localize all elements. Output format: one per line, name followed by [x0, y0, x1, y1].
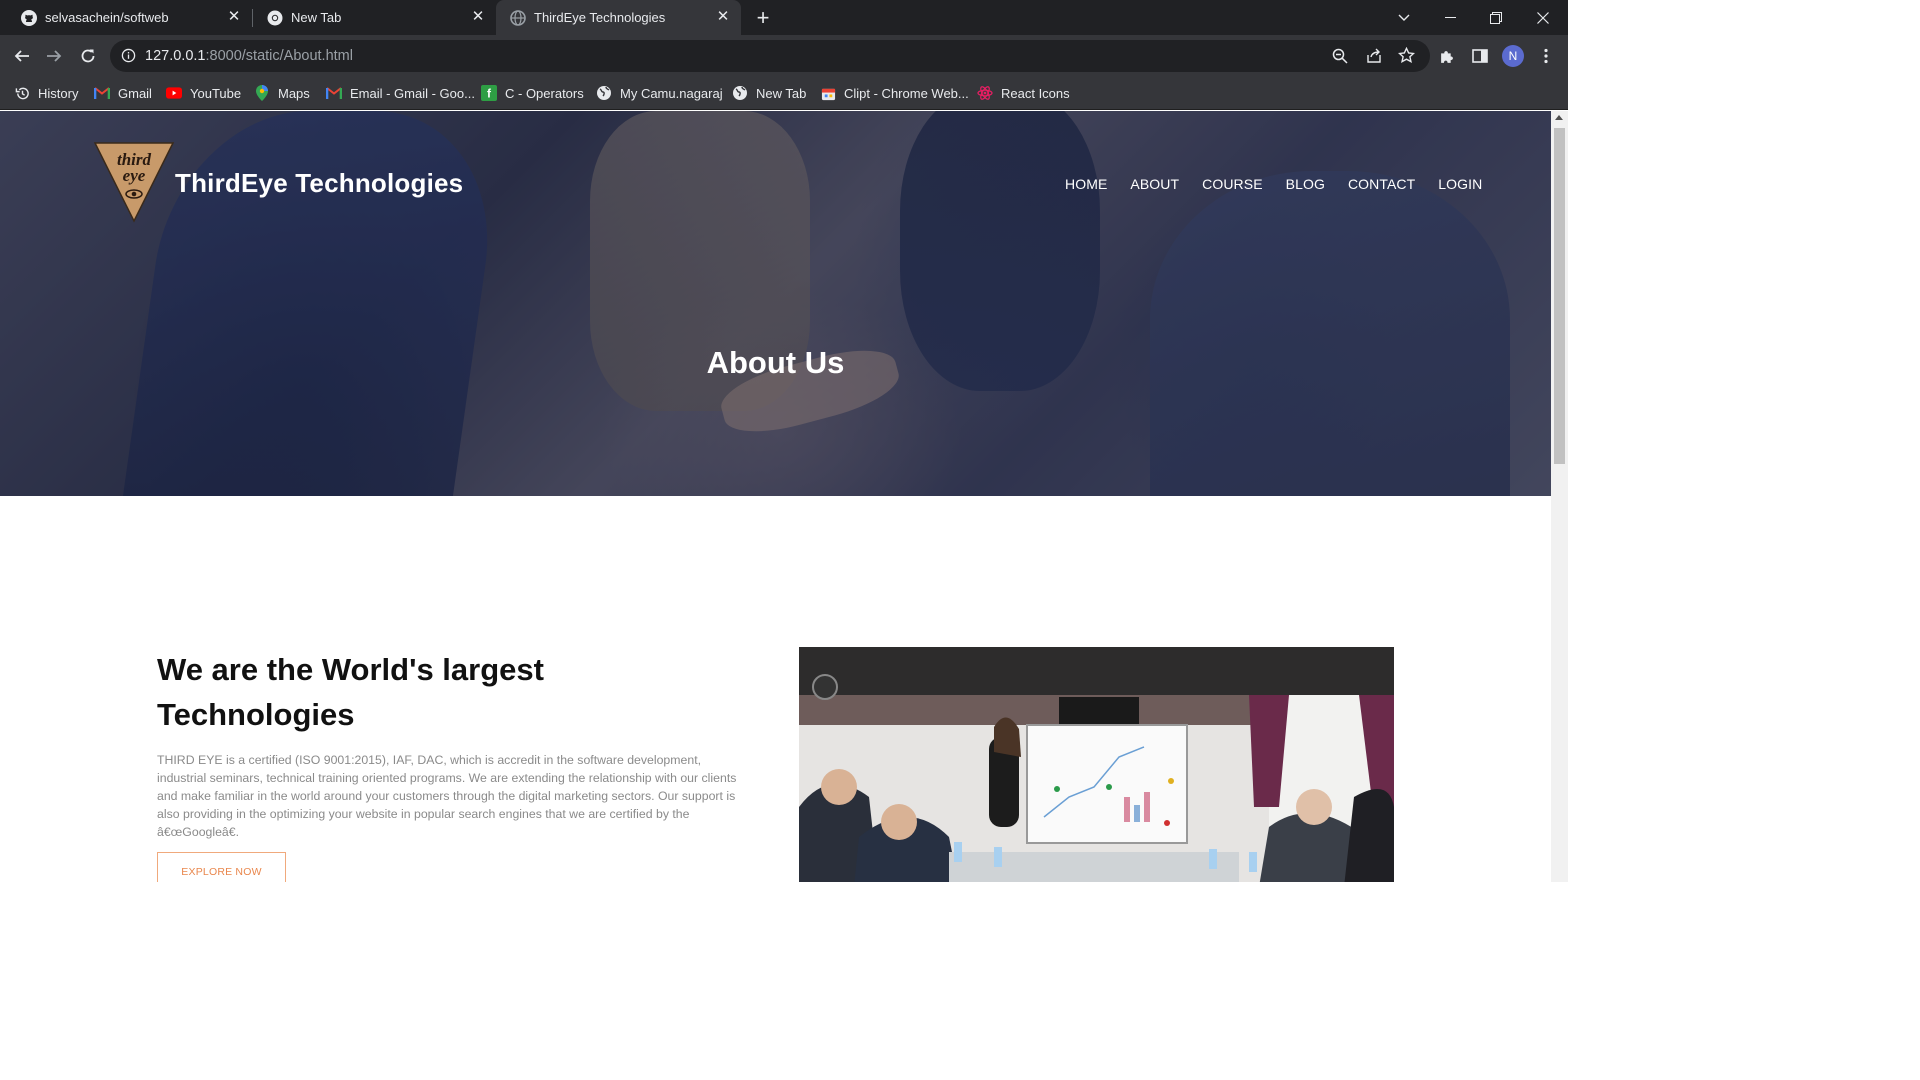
- forward-arrow-icon[interactable]: [38, 40, 70, 72]
- close-tab-icon[interactable]: ✕: [226, 9, 242, 25]
- bookmark-label: History: [38, 85, 79, 101]
- side-panel-icon[interactable]: [1464, 40, 1496, 72]
- about-heading: We are the World's largest Technologies: [157, 652, 544, 732]
- main-nav: HOME ABOUT COURSE BLOG CONTACT LOGIN: [1065, 176, 1505, 192]
- bookmark-star-icon[interactable]: [1397, 46, 1416, 69]
- browser-tab-github[interactable]: selvasachein/softweb ✕: [0, 0, 252, 35]
- meeting-photo: [799, 647, 1394, 882]
- bookmark-label: Maps: [278, 85, 310, 101]
- restore-icon[interactable]: [1473, 0, 1519, 35]
- github-icon: [21, 9, 37, 26]
- logo-text-bottom: eye: [123, 166, 146, 185]
- extensions-puzzle-icon[interactable]: [1431, 40, 1463, 72]
- nav-home[interactable]: HOME: [1065, 176, 1107, 192]
- nav-blog[interactable]: BLOG: [1286, 176, 1325, 192]
- bookmark-clipt[interactable]: Clipt - Chrome Web...: [820, 83, 969, 103]
- browser-tab-new-tab[interactable]: New Tab ✕: [246, 0, 496, 35]
- browser-tab-thirdeye[interactable]: ThirdEye Technologies ✕: [496, 0, 741, 35]
- back-arrow-icon[interactable]: [6, 40, 38, 72]
- minimize-icon[interactable]: [1427, 0, 1473, 35]
- browser-titlebar: selvasachein/softweb ✕ New Tab ✕ ThirdEy…: [0, 0, 1568, 35]
- bookmark-label: YouTube: [190, 85, 242, 101]
- page-scrollbar[interactable]: [1551, 111, 1568, 882]
- reload-icon[interactable]: [72, 40, 104, 72]
- share-icon[interactable]: [1366, 48, 1382, 69]
- bookmark-history[interactable]: History: [14, 83, 78, 103]
- bookmark-label: Clipt - Chrome Web...: [844, 85, 969, 101]
- site-info-icon[interactable]: [121, 48, 136, 68]
- tab-title: ThirdEye Technologies: [534, 10, 666, 25]
- gmail-icon: [326, 85, 342, 101]
- explore-now-button[interactable]: EXPLORE NOW: [157, 852, 286, 882]
- page-viewport: third eye ThirdEye Technologies HOME ABO…: [0, 111, 1551, 882]
- youtube-icon: [166, 85, 182, 101]
- nav-course[interactable]: COURSE: [1202, 176, 1263, 192]
- bookmarks-bar: History Gmail YouTube Maps Email - Gmail…: [0, 77, 1568, 110]
- url-path: :8000/static/About.html: [205, 48, 353, 64]
- scroll-up-arrow-icon[interactable]: [1555, 115, 1563, 120]
- globe-icon: [596, 85, 612, 101]
- bookmark-label: New Tab: [756, 85, 807, 101]
- brand-name[interactable]: ThirdEye Technologies: [175, 168, 463, 199]
- menu-kebab-icon[interactable]: [1530, 40, 1562, 72]
- about-description: THIRD EYE is a certified (ISO 9001:2015)…: [157, 753, 737, 839]
- company-logo[interactable]: third eye: [93, 141, 175, 223]
- bookmark-maps[interactable]: Maps: [254, 83, 310, 103]
- bookmark-label: Gmail: [118, 85, 152, 101]
- browser-toolbar: 127.0.0.1:8000/static/About.html N: [0, 35, 1568, 77]
- new-tab-plus-icon[interactable]: +: [741, 0, 785, 35]
- zoom-icon[interactable]: [1332, 48, 1348, 69]
- green-c-icon: f: [481, 85, 497, 101]
- bookmark-label: My Camu.nagaraj: [620, 85, 723, 101]
- maps-icon: [254, 85, 270, 101]
- bookmark-my-camu[interactable]: My Camu.nagaraj: [596, 83, 723, 103]
- history-icon: [14, 85, 30, 101]
- nav-login[interactable]: LOGIN: [1438, 176, 1482, 192]
- bookmark-youtube[interactable]: YouTube: [166, 83, 241, 103]
- bookmark-react-icons[interactable]: React Icons: [977, 83, 1070, 103]
- bookmark-label: C - Operators: [505, 85, 584, 101]
- tab-title: selvasachein/softweb: [45, 10, 169, 25]
- tab-search-chevron-icon[interactable]: [1381, 0, 1427, 35]
- gmail-icon: [94, 85, 110, 101]
- profile-avatar[interactable]: N: [1497, 40, 1529, 72]
- page-title: About Us: [706, 345, 845, 380]
- close-window-icon[interactable]: [1520, 0, 1566, 35]
- tab-title: New Tab: [291, 10, 342, 25]
- scrollbar-thumb[interactable]: [1554, 128, 1565, 464]
- bookmark-c-operators[interactable]: f C - Operators: [481, 83, 584, 103]
- globe-icon: [510, 9, 526, 26]
- nav-about[interactable]: ABOUT: [1130, 176, 1179, 192]
- nav-contact[interactable]: CONTACT: [1348, 176, 1415, 192]
- bookmark-label: Email - Gmail - Goo...: [350, 85, 475, 101]
- clipt-icon: [820, 85, 836, 101]
- close-tab-icon[interactable]: ✕: [715, 9, 731, 25]
- bookmark-email-gmail[interactable]: Email - Gmail - Goo...: [326, 83, 475, 103]
- address-url: 127.0.0.1:8000/static/About.html: [145, 48, 353, 64]
- chrome-icon: [267, 10, 283, 26]
- bookmark-gmail[interactable]: Gmail: [94, 83, 152, 103]
- globe-icon: [732, 85, 748, 101]
- hero-banner: third eye ThirdEye Technologies HOME ABO…: [0, 111, 1551, 496]
- react-icons-icon: [977, 85, 993, 101]
- bookmark-new-tab[interactable]: New Tab: [732, 83, 806, 103]
- profile-initial: N: [1502, 45, 1524, 67]
- address-bar[interactable]: 127.0.0.1:8000/static/About.html: [110, 40, 1430, 72]
- url-host: 127.0.0.1: [145, 48, 206, 64]
- bookmark-label: React Icons: [1001, 85, 1070, 101]
- close-tab-icon[interactable]: ✕: [470, 9, 486, 25]
